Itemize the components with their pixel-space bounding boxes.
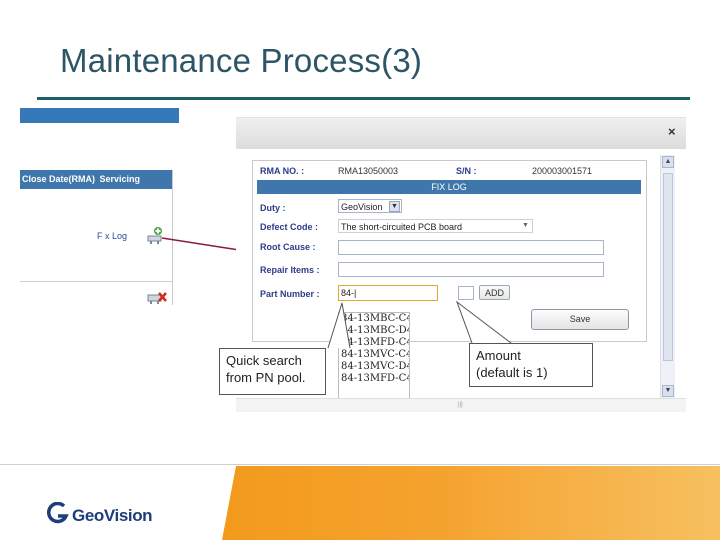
repair-items-input[interactable] [338,262,604,277]
sn-label: S/N : [456,166,477,176]
vertical-scrollbar[interactable]: ▲ ▼ [660,155,675,398]
chevron-down-icon[interactable]: ▼ [520,221,531,232]
callout-line: Quick search [226,353,302,368]
scroll-thumb[interactable] [663,173,673,361]
repair-items-label: Repair Items : [260,265,320,275]
part-number-input[interactable]: 84-| [338,285,438,301]
quick-search-callout: Quick search from PN pool. [219,348,326,395]
servicing-table-header: Close Date(RMA) Servicing [20,170,172,189]
root-cause-input[interactable] [338,240,604,255]
horizontal-scrollbar[interactable]: ||| [236,398,686,412]
root-cause-label: Root Cause : [260,242,316,252]
grip-icon: ||| [458,402,463,408]
rma-no-value: RMA13050003 [338,166,399,176]
duty-select[interactable]: GeoVision ▼ [338,199,402,213]
list-item[interactable]: 84-13MVC-D40 [339,361,409,373]
callout-line: Amount [476,348,521,363]
rma-no-label: RMA NO. : [260,166,305,176]
scroll-down-icon[interactable]: ▼ [662,385,674,397]
table-row-divider [20,281,172,282]
list-item[interactable]: 84-13MFD-C40 [339,373,409,385]
sn-value: 200003001571 [532,166,593,176]
dialog-header [236,117,686,149]
part-number-label: Part Number : [260,289,320,299]
amount-input[interactable] [458,286,474,300]
geovision-logo-icon [47,502,69,524]
slide-title: Maintenance Process(3) [60,42,423,79]
callout-line: from PN pool. [226,370,306,385]
amount-callout: Amount (default is 1) [469,343,593,387]
close-icon[interactable]: × [668,124,676,139]
fix-log-section-title: FIX LOG [257,180,641,194]
title-divider [37,97,690,100]
fix-log-link[interactable]: F x Log [97,231,127,241]
column-close-date: Close Date(RMA) [22,174,96,184]
save-button[interactable]: Save [531,309,629,330]
company-logo-text: GeoVision [72,506,153,525]
add-button[interactable]: ADD [479,285,510,300]
callout-line: (default is 1) [476,365,548,380]
duty-label: Duty : [260,203,286,213]
column-servicing: Servicing [99,174,141,184]
defect-code-label: Defect Code : [260,222,319,232]
scroll-up-icon[interactable]: ▲ [662,156,674,168]
delete-x-icon[interactable] [146,287,168,305]
left-top-bar [20,108,179,123]
defect-code-select[interactable]: The short-circuited PCB board ▼ [338,219,533,233]
defect-code-value: The short-circuited PCB board [341,222,463,232]
duty-value: GeoVision [341,202,383,212]
footer-orange-band [222,466,720,540]
chevron-down-icon[interactable]: ▼ [389,201,400,212]
